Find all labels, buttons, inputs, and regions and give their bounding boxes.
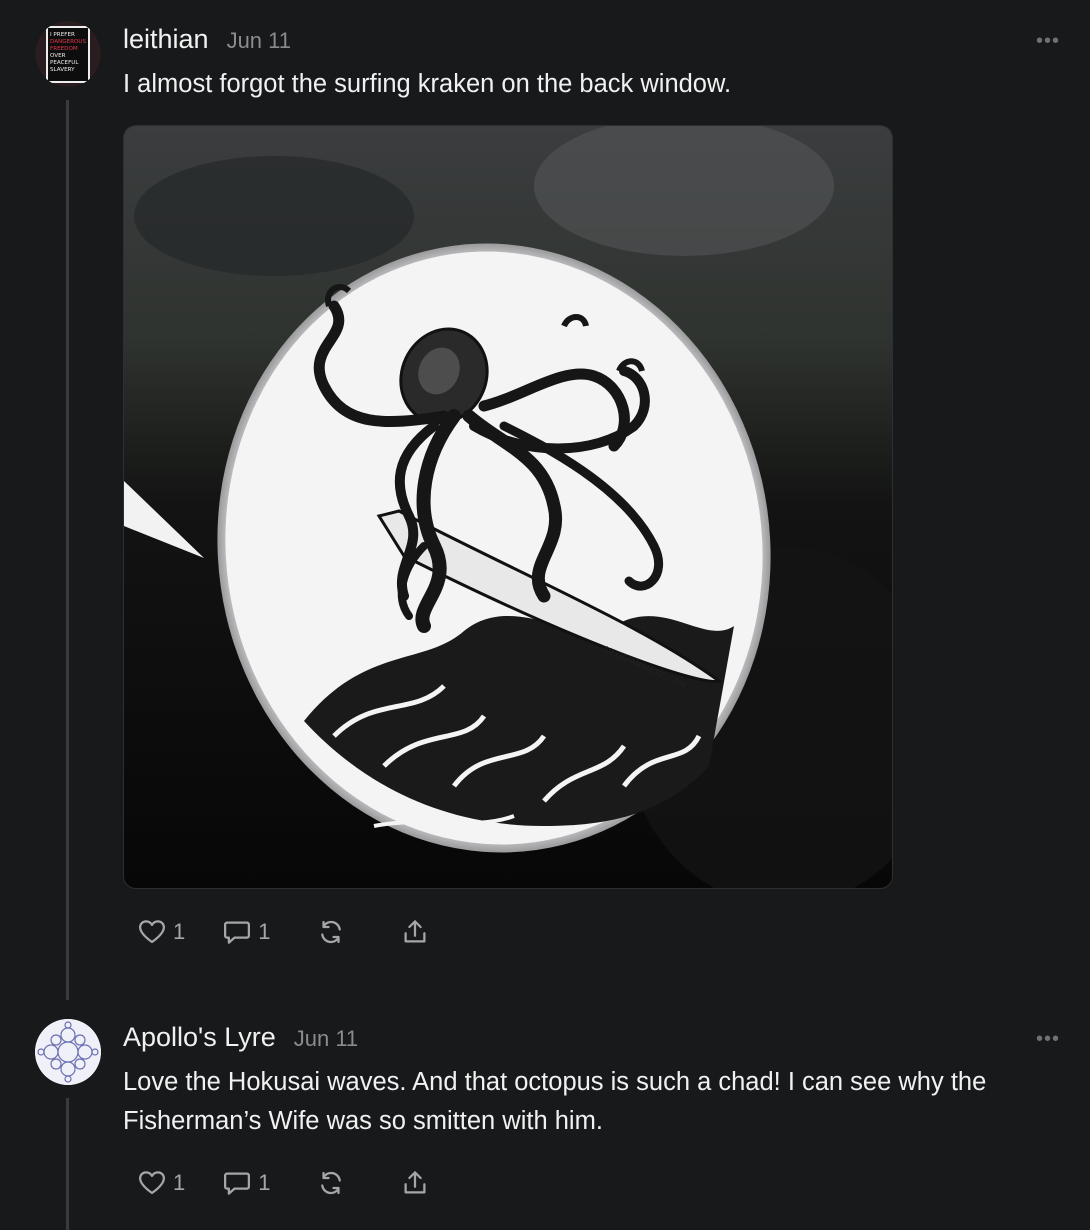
comment-icon	[224, 921, 251, 944]
comment-count: 1	[258, 919, 271, 944]
post-header: Apollo's Lyre Jun 11	[123, 1022, 358, 1053]
like-button[interactable]: 1	[136, 917, 185, 947]
comment-count: 1	[258, 1170, 271, 1195]
like-count: 1	[173, 1170, 186, 1195]
thread-line	[66, 1098, 69, 1230]
avatar[interactable]: I PREFER DANGEROUS FREEDOM OVER PEACEFUL…	[35, 21, 101, 87]
avatar-line-3: FREEDOM	[50, 46, 78, 52]
share-icon	[404, 920, 425, 943]
avatar-line-5: PEACEFUL	[50, 60, 79, 66]
avatar[interactable]	[35, 1019, 101, 1085]
post-image[interactable]: LIFEISFANTASTIC.COM	[123, 125, 893, 889]
comment-icon	[224, 1172, 251, 1195]
heart-icon	[139, 920, 165, 944]
post-date[interactable]: Jun 11	[294, 1026, 358, 1052]
share-icon	[404, 1171, 425, 1194]
avatar-line-1: I PREFER	[50, 32, 75, 38]
like-count: 1	[173, 919, 186, 944]
more-icon[interactable]: •••	[1036, 30, 1060, 53]
thread-line	[66, 100, 69, 1000]
share-button[interactable]	[399, 917, 431, 947]
post-text: Love the Hokusai waves. And that octopus…	[123, 1068, 987, 1135]
restack-button[interactable]	[315, 917, 347, 947]
username[interactable]: Apollo's Lyre	[123, 1022, 276, 1053]
restack-button[interactable]	[315, 1168, 347, 1198]
avatar-image	[35, 1019, 101, 1085]
heart-icon	[139, 1171, 165, 1195]
like-button[interactable]: 1	[136, 1168, 185, 1198]
post-header: leithian Jun 11	[123, 24, 291, 55]
comment-button[interactable]: 1	[221, 917, 271, 947]
comment-button[interactable]: 1	[221, 1168, 271, 1198]
post-actions: 1 1	[136, 1168, 431, 1198]
kraken-sticker-photo: LIFEISFANTASTIC.COM	[124, 126, 892, 888]
avatar-line-4: OVER	[50, 53, 66, 59]
share-button[interactable]	[399, 1168, 431, 1198]
restack-icon	[320, 920, 341, 944]
username[interactable]: leithian	[123, 24, 209, 55]
post-date[interactable]: Jun 11	[227, 28, 291, 54]
post-actions: 1 1	[136, 917, 431, 947]
avatar-image: I PREFER DANGEROUS FREEDOM OVER PEACEFUL…	[35, 21, 101, 87]
avatar-line-6: SLAVERY	[50, 67, 75, 73]
avatar-line-2: DANGEROUS	[50, 39, 86, 45]
more-icon[interactable]: •••	[1036, 1028, 1060, 1051]
restack-icon	[320, 1171, 341, 1195]
post-text: I almost forgot the surfing kraken on th…	[123, 70, 732, 98]
